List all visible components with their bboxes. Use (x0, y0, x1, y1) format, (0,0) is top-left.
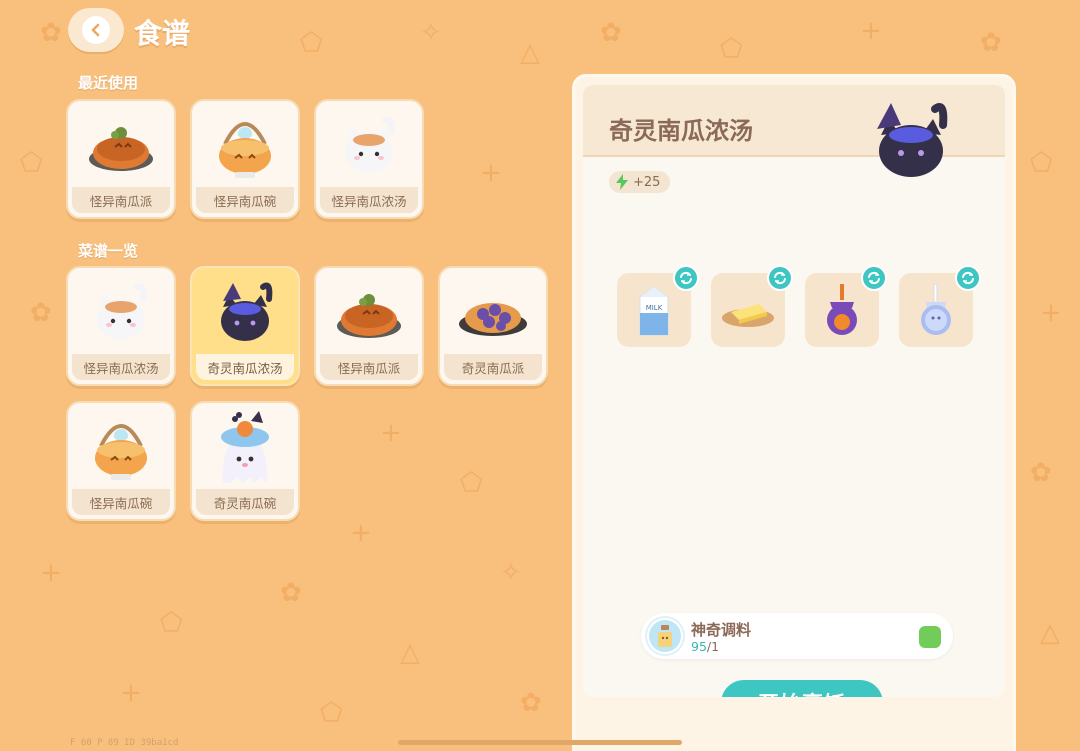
recipe-label: 奇灵南瓜浓汤 (196, 354, 294, 380)
section-title-recent: 最近使用 (78, 74, 139, 92)
home-indicator[interactable] (398, 740, 682, 745)
ingredient-slot[interactable] (711, 265, 793, 347)
recipe-label: 奇灵南瓜碗 (196, 489, 294, 515)
recent-recipe-card[interactable]: 怪异南瓜浓汤 (314, 99, 424, 219)
ingredient-slot[interactable]: MILK (617, 265, 699, 347)
recipe-card[interactable]: 怪异南瓜碗 (66, 401, 176, 521)
recipe-card[interactable]: 奇灵南瓜碗 (190, 401, 300, 521)
pumpkin-pie-icon (89, 127, 153, 171)
pumpkin-jar-icon (827, 284, 857, 335)
recent-recipe-card[interactable]: 怪异南瓜碗 (190, 99, 300, 219)
energy-badge: +25 (609, 171, 671, 193)
back-button[interactable] (68, 8, 124, 52)
pumpkin-pie-icon (337, 294, 401, 338)
chevron-left-icon (91, 23, 100, 37)
ingredient-list: MILK (617, 265, 981, 347)
milk-carton-icon: MILK (639, 286, 669, 336)
recipe-card[interactable]: 怪异南瓜浓汤 (66, 266, 176, 386)
pumpkin-bowl-icon (219, 122, 271, 178)
recipe-detail-panel: 奇灵南瓜浓汤 +25 MILK 神奇调料 95/1 (572, 74, 1016, 751)
swap-icon (680, 271, 692, 285)
seasoning-need: /1 (706, 639, 720, 654)
recipe-label: 怪异南瓜碗 (72, 489, 170, 515)
start-cooking-button[interactable]: 开始烹饪 (721, 680, 883, 697)
seasoning-row[interactable]: 神奇调料 95/1 (641, 613, 953, 659)
black-cat-pot-icon (877, 103, 948, 177)
section-title-all: 菜谱一览 (78, 242, 139, 260)
swap-icon (868, 271, 880, 285)
ghost-cake-icon (221, 411, 269, 483)
magic-seasoning-icon (647, 618, 683, 654)
recipe-label: 怪异南瓜派 (320, 354, 418, 380)
white-cat-pot-icon (345, 116, 395, 172)
ingredient-slot[interactable] (899, 265, 981, 347)
seasoning-name: 神奇调料 (691, 621, 752, 639)
recipe-card[interactable]: 奇灵南瓜派 (438, 266, 548, 386)
black-cat-pot-icon (221, 282, 273, 341)
seasoning-count: 95/1 (691, 639, 719, 654)
recipe-label: 怪异南瓜派 (72, 187, 170, 213)
recipe-detail-body: 奇灵南瓜浓汤 +25 MILK 神奇调料 95/1 (583, 85, 1005, 697)
seasoning-have: 95 (691, 639, 707, 654)
swap-icon (774, 271, 786, 285)
white-cat-pot-icon (97, 283, 147, 339)
swap-button[interactable] (861, 265, 887, 291)
swap-button[interactable] (673, 265, 699, 291)
dish-name: 奇灵南瓜浓汤 (609, 117, 753, 145)
butter-icon (722, 304, 774, 327)
milk-carton-label: MILK (646, 304, 663, 312)
recipe-card[interactable]: 怪异南瓜派 (314, 266, 424, 386)
energy-value: +25 (633, 174, 661, 190)
swap-button[interactable] (955, 265, 981, 291)
recent-recipe-card[interactable]: 怪异南瓜派 (66, 99, 176, 219)
swap-button[interactable] (767, 265, 793, 291)
berry-pie-icon (459, 303, 527, 336)
debug-info: F 60 P 89 ID 39ba1cd (70, 738, 179, 748)
recipe-label: 怪异南瓜浓汤 (72, 354, 170, 380)
pumpkin-bowl-icon (95, 424, 147, 480)
lightning-icon (616, 174, 628, 190)
ingredient-slot[interactable] (805, 265, 887, 347)
blue-jar-icon (921, 283, 951, 335)
recipe-label: 怪异南瓜碗 (196, 187, 294, 213)
seasoning-toggle[interactable] (919, 626, 941, 648)
swap-icon (962, 271, 974, 285)
recipe-card-selected[interactable]: 奇灵南瓜浓汤 (190, 266, 300, 386)
recipe-label: 怪异南瓜浓汤 (320, 187, 418, 213)
recipe-label: 奇灵南瓜派 (444, 354, 542, 380)
page-title: 食谱 (134, 17, 191, 50)
